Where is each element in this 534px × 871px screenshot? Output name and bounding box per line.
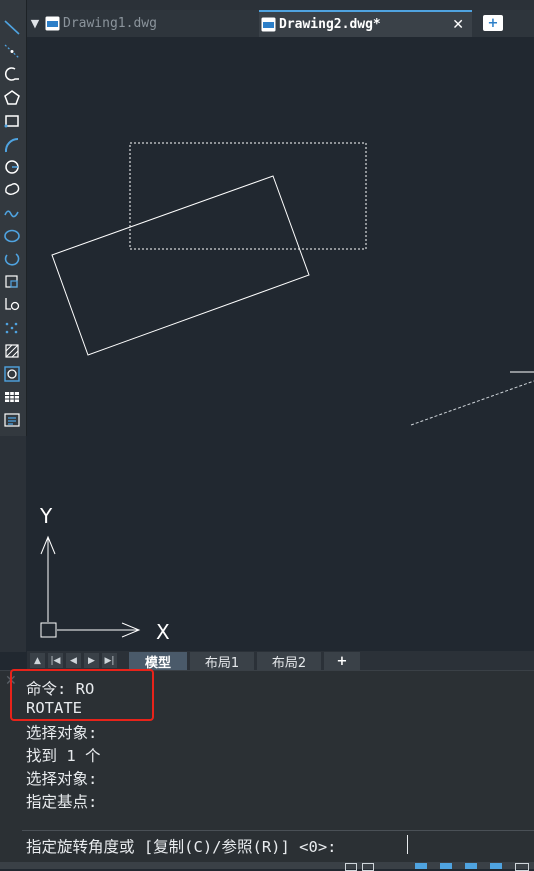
construction-line-icon[interactable] [3,42,21,60]
spline-icon[interactable] [3,204,21,222]
draw-toolbar [0,0,27,436]
tab-drawing2[interactable]: Drawing2.dwg* ✕ [259,10,472,37]
command-history-line: 找到 1 个 [26,747,101,765]
tabbar-top-strip [27,0,534,10]
annotation-highlight-box [10,669,154,721]
rubber-band-line [410,380,534,426]
osnap-toggle-icon[interactable] [465,863,477,869]
layout-prev-button[interactable]: ◀ [66,653,81,668]
close-icon[interactable]: ✕ [452,17,464,33]
layout-last-button[interactable]: ▶| [102,653,117,668]
insert-block-icon[interactable] [3,273,21,291]
make-block-icon[interactable] [3,295,21,313]
new-tab-button[interactable]: + [483,15,503,31]
command-input[interactable]: 指定旋转角度或 [复制(C)/参照(R)] <0>: [22,830,534,859]
command-prompt: 指定旋转角度或 [复制(C)/参照(R)] <0>: [26,838,337,856]
multiline-text-icon[interactable] [3,411,21,429]
region-icon[interactable] [3,365,21,383]
point-icon[interactable] [3,319,21,337]
otrack-toggle-icon[interactable] [490,863,502,869]
circle-icon[interactable] [3,158,21,176]
grid-toggle-icon[interactable] [345,863,357,871]
tab-label: Drawing2.dwg* [279,17,381,32]
status-bar [0,862,534,871]
layout-tab-bar: ▲ |◀ ◀ ▶ ▶| 模型 布局1 布局2 + [27,651,534,671]
tab-layout1[interactable]: 布局1 [190,652,254,671]
polygon-icon[interactable] [3,89,21,107]
document-tab-bar: ▼ Drawing1.dwg Drawing2.dwg* ✕ + [27,10,534,37]
ucs-icon [40,535,141,638]
ellipse-arc-icon[interactable] [3,250,21,268]
tab-model[interactable]: 模型 [129,652,187,671]
revision-cloud-icon[interactable] [3,180,21,198]
lineweight-toggle-icon[interactable] [515,863,529,871]
rectangle-icon[interactable] [3,112,21,130]
tab-menu-dropdown[interactable]: ▼ [27,10,43,37]
drawing-geometry: Y X [39,142,534,644]
layout-scroll-up-button[interactable]: ▲ [30,653,45,668]
tab-drawing1[interactable]: Drawing1.dwg [43,10,257,37]
ellipse-icon[interactable] [3,227,21,245]
layout-first-button[interactable]: |◀ [48,653,63,668]
dwg-file-icon [45,16,60,31]
ucs-y-label: Y [39,504,53,528]
dwg-file-icon [261,17,276,32]
tab-layout2[interactable]: 布局2 [257,652,321,671]
arc-icon[interactable] [3,136,21,154]
layout-next-button[interactable]: ▶ [84,653,99,668]
polyline-icon[interactable] [3,65,21,83]
snap-toggle-icon[interactable] [362,863,374,871]
add-layout-button[interactable]: + [324,652,360,670]
command-history-line: 选择对象: [26,724,98,742]
toolbar-spacer [0,436,26,652]
ucs-x-label: X [156,620,170,644]
ortho-toggle-icon[interactable] [415,863,427,869]
tab-label: Drawing1.dwg [63,16,157,31]
rotated-rectangle[interactable] [51,175,310,356]
command-history-line: 选择对象: [26,770,98,788]
polar-toggle-icon[interactable] [440,863,452,869]
text-cursor [407,835,408,854]
command-history-line: 指定基点: [26,793,98,811]
selection-preview-rectangle [129,142,367,250]
hatch-icon[interactable] [3,342,21,360]
table-icon[interactable] [3,388,21,406]
line-icon[interactable] [3,18,21,36]
